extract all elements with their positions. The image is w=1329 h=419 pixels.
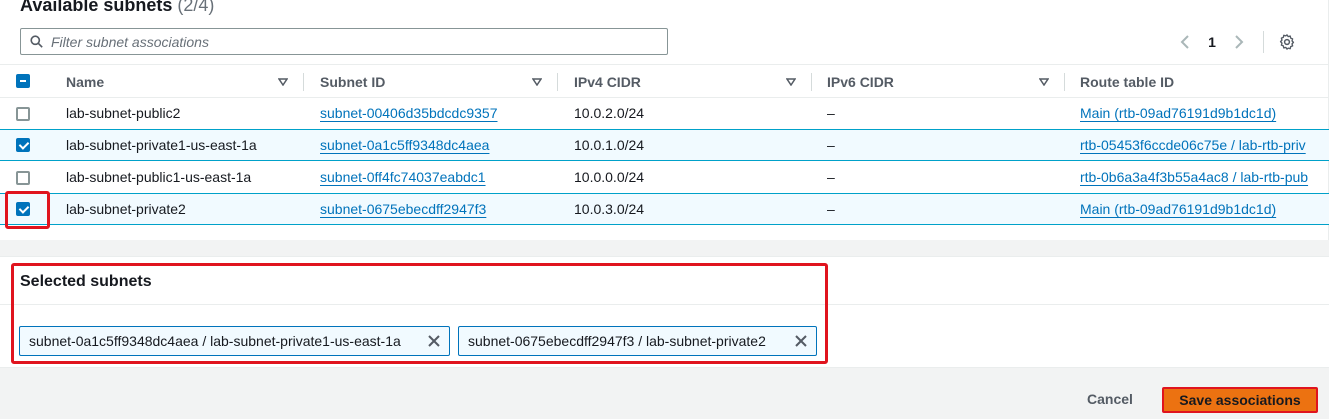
column-subnet-id-label: Subnet ID: [320, 73, 386, 90]
chevron-right-icon: [1235, 35, 1244, 49]
selected-subnets-panel: Selected subnets subnet-0a1c5ff9348dc4ae…: [0, 256, 1329, 368]
sort-caret-icon: [1039, 78, 1049, 86]
sort-caret-icon: [532, 78, 542, 86]
subnet-name: lab-subnet-private1-us-east-1a: [66, 137, 257, 153]
next-page-button[interactable]: [1227, 30, 1251, 54]
ipv6-cidr: –: [827, 169, 835, 185]
table-header: Name Subnet ID IPv4 CIDR IPv6 CIDR Route…: [0, 64, 1329, 98]
search-icon: [30, 35, 43, 48]
prev-page-button[interactable]: [1173, 30, 1197, 54]
ipv4-cidr: 10.0.0.0/24: [574, 169, 645, 185]
subnet-id-link[interactable]: subnet-0ff4fc74037eabdc1: [320, 169, 486, 185]
cancel-button[interactable]: Cancel: [1087, 391, 1133, 407]
ipv6-cidr: –: [827, 105, 835, 121]
gear-icon: [1279, 34, 1295, 50]
column-ipv4-label: IPv4 CIDR: [574, 73, 641, 90]
available-subnets-panel: Available subnets (2/4) 1 Name: [0, 0, 1329, 240]
panel-title: Available subnets (2/4): [20, 0, 214, 16]
ipv4-cidr: 10.0.1.0/24: [574, 137, 645, 153]
column-header-subnet-id[interactable]: Subnet ID: [320, 65, 550, 98]
route-table-link[interactable]: Main (rtb-09ad76191d9b1dc1d): [1080, 201, 1276, 217]
row-checkbox[interactable]: [16, 202, 30, 216]
column-divider: [811, 73, 812, 91]
route-table-link[interactable]: Main (rtb-09ad76191d9b1dc1d): [1080, 105, 1276, 121]
column-route-table-label: Route table ID: [1080, 73, 1175, 90]
column-ipv6-label: IPv6 CIDR: [827, 73, 894, 90]
ipv6-cidr: –: [827, 137, 835, 153]
column-name-label: Name: [66, 73, 105, 90]
selection-count: (2/4): [177, 0, 215, 15]
ipv4-cidr: 10.0.3.0/24: [574, 201, 645, 217]
sort-caret-icon: [786, 78, 796, 86]
subnet-name: lab-subnet-public1-us-east-1a: [66, 169, 252, 185]
column-header-route-table[interactable]: Route table ID: [1080, 65, 1320, 98]
selected-subnets-title: Selected subnets: [20, 273, 152, 290]
table-row[interactable]: lab-subnet-private2 subnet-0675ebecdff29…: [0, 193, 1329, 225]
subnet-id-link[interactable]: subnet-0675ebecdff2947f3: [320, 201, 486, 217]
sort-caret-icon: [278, 78, 288, 86]
table-row[interactable]: lab-subnet-public2 subnet-00406d35bdcdc9…: [0, 98, 1329, 130]
table-row[interactable]: lab-subnet-public1-us-east-1a subnet-0ff…: [0, 162, 1329, 194]
selected-token: subnet-0675ebecdff2947f3 / lab-subnet-pr…: [458, 326, 817, 356]
chevron-left-icon: [1180, 35, 1189, 49]
table-row[interactable]: lab-subnet-private1-us-east-1a subnet-0a…: [0, 129, 1329, 161]
close-icon[interactable]: [427, 334, 441, 348]
column-header-ipv6[interactable]: IPv6 CIDR: [827, 65, 1057, 98]
route-table-link[interactable]: rtb-05453f6ccde06c75e / lab-rtb-priv: [1080, 137, 1306, 153]
close-icon[interactable]: [794, 334, 808, 348]
preferences-button[interactable]: [1276, 31, 1298, 53]
row-checkbox[interactable]: [16, 171, 30, 185]
row-checkbox[interactable]: [16, 138, 30, 152]
token-label: subnet-0675ebecdff2947f3 / lab-subnet-pr…: [468, 333, 766, 349]
pager-divider: [1263, 31, 1264, 53]
token-label: subnet-0a1c5ff9348dc4aea / lab-subnet-pr…: [29, 333, 401, 349]
subnet-name: lab-subnet-private2: [66, 201, 186, 217]
filter-box[interactable]: [20, 28, 668, 55]
section-divider: [0, 304, 1329, 305]
ipv4-cidr: 10.0.2.0/24: [574, 105, 645, 121]
route-table-link[interactable]: rtb-0b6a3a4f3b55a4ac8 / lab-rtb-pub: [1080, 169, 1308, 185]
ipv6-cidr: –: [827, 201, 835, 217]
pagination: 1: [1173, 30, 1298, 54]
selected-token: subnet-0a1c5ff9348dc4aea / lab-subnet-pr…: [19, 326, 450, 356]
page-number[interactable]: 1: [1197, 34, 1227, 50]
select-all-checkbox[interactable]: [16, 74, 30, 88]
save-associations-button[interactable]: Save associations: [1162, 387, 1318, 413]
row-checkbox[interactable]: [16, 107, 30, 121]
subnet-name: lab-subnet-public2: [66, 105, 181, 121]
column-header-ipv4[interactable]: IPv4 CIDR: [574, 65, 804, 98]
subnet-id-link[interactable]: subnet-00406d35bdcdc9357: [320, 105, 498, 121]
subnet-id-link[interactable]: subnet-0a1c5ff9348dc4aea: [320, 137, 489, 153]
filter-input[interactable]: [51, 32, 651, 52]
column-header-name[interactable]: Name: [66, 65, 296, 98]
panel-title-text: Available subnets: [20, 0, 173, 15]
column-divider: [303, 73, 304, 91]
column-divider: [1064, 73, 1065, 91]
column-divider: [557, 73, 558, 91]
